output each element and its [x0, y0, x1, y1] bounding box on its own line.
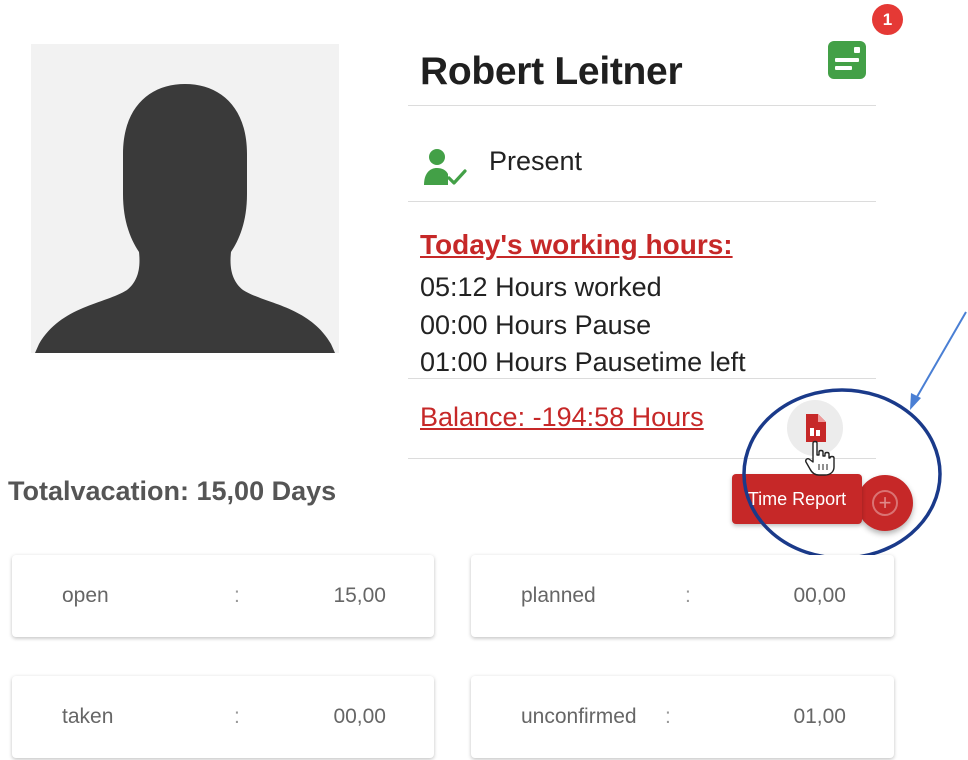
vacation-card-unconfirmed: unconfirmed : 01,00 [471, 676, 894, 758]
pdf-file-icon [806, 414, 826, 442]
arrow-head-icon [910, 393, 921, 410]
status-label: Present [489, 146, 583, 176]
divider [408, 378, 876, 379]
hand-cursor-icon [805, 440, 835, 476]
user-check-icon [424, 149, 467, 185]
time-report-button[interactable]: Time Report [732, 474, 862, 524]
hours-worked: 05:12 Hours worked [420, 272, 662, 302]
employee-name: Robert Leitner [420, 50, 683, 93]
vacation-card-planned: planned : 00,00 [471, 555, 894, 637]
vacation-card-open: open : 15,00 [12, 555, 434, 637]
divider [408, 201, 876, 202]
working-hours-title: Today's working hours: [420, 229, 733, 260]
message-icon [854, 47, 860, 53]
add-button[interactable]: + [857, 475, 913, 531]
vacation-card-taken: taken : 00,00 [12, 676, 434, 758]
hours-pause: 00:00 Hours Pause [420, 310, 652, 340]
total-vacation: Totalvacation: 15,00 Days [8, 476, 337, 506]
notification-badge: 1 [872, 4, 903, 35]
avatar [31, 44, 339, 353]
plus-circle-icon: + [872, 490, 898, 516]
hours-pause-left: 01:00 Hours Pausetime left [420, 347, 746, 377]
person-silhouette-icon [35, 84, 335, 353]
annotation-arrow [913, 311, 967, 403]
time-report-label: Time Report [747, 488, 847, 509]
message-button[interactable] [828, 41, 866, 79]
balance-link[interactable]: Balance: -194:58 Hours [420, 402, 704, 433]
divider [408, 105, 876, 106]
